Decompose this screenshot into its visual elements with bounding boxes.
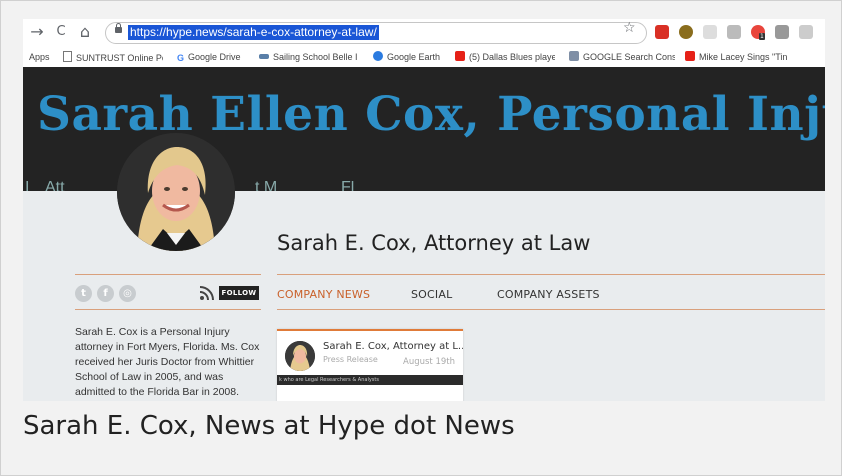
bookmark-google-search-console[interactable]: GOOGLE Search Cons — [569, 51, 675, 63]
extension-grid-icon[interactable] — [727, 25, 741, 39]
news-card-date: August 19th — [403, 357, 455, 367]
facebook-icon[interactable]: f — [97, 285, 114, 302]
extension-circle-icon[interactable] — [679, 25, 693, 39]
bookmark-star-icon[interactable]: ☆ — [623, 20, 636, 36]
news-card-title[interactable]: Sarah E. Cox, Attorney at L... — [323, 341, 463, 352]
tabs-divider-bottom — [277, 309, 825, 310]
profile-name: Sarah E. Cox, Attorney at Law — [277, 231, 591, 255]
google-g-icon: G — [177, 53, 185, 63]
instagram-icon[interactable]: ◎ — [119, 285, 136, 302]
sidebar-divider-top — [75, 274, 261, 275]
tab-company-assets[interactable]: COMPANY ASSETS — [497, 288, 600, 302]
bookmark-google-earth[interactable]: Google Earth — [373, 51, 453, 63]
banner-title: Sarah Ellen Cox, Personal Injury L — [37, 87, 825, 142]
news-card-preview-strip: k who are Legal Researchers & Analysts — [277, 375, 463, 385]
bookmark-apps[interactable]: Apps — [29, 51, 50, 63]
document-icon — [63, 51, 72, 62]
profile-avatar — [117, 133, 235, 251]
portrait-image — [117, 133, 235, 251]
bookmark-google-drive[interactable]: G Google Drive — [177, 51, 257, 63]
extension-g-icon[interactable] — [799, 25, 813, 39]
browser-toolbar: → C ⌂ https://hype.news/sarah-e-cox-atto… — [23, 19, 825, 47]
home-icon[interactable]: ⌂ — [75, 22, 95, 42]
tabs-divider-top — [277, 274, 825, 275]
boat-icon — [259, 54, 269, 59]
tab-company-news[interactable]: COMPANY NEWS — [277, 288, 370, 302]
web-page: Sarah Ellen Cox, Personal Injury L I Att… — [23, 67, 825, 401]
extension-grey-icon[interactable] — [703, 25, 717, 39]
youtube-icon — [455, 51, 465, 61]
news-card-type: Press Release — [323, 355, 378, 364]
lock-icon — [115, 23, 122, 33]
bookmark-sailing-school[interactable]: Sailing School Belle I — [259, 51, 369, 63]
youtube-icon — [685, 51, 695, 61]
follow-button[interactable]: FOLLOW — [219, 286, 259, 300]
bookmark-suntrust[interactable]: SUNTRUST Online Pe — [63, 51, 163, 64]
browser-window: → C ⌂ https://hype.news/sarah-e-cox-atto… — [23, 19, 825, 401]
extension-notification-icon[interactable]: 1 — [751, 25, 765, 40]
url-text[interactable]: https://hype.news/sarah-e-cox-attorney-a… — [128, 25, 379, 40]
search-console-icon — [569, 51, 579, 61]
bookmark-mike-lacey[interactable]: Mike Lacey Sings "Tin — [685, 51, 795, 63]
twitter-icon[interactable]: t — [75, 285, 92, 302]
bookmarks-bar: Apps SUNTRUST Online Pe G Google Drive Sa… — [23, 47, 825, 67]
earth-icon — [373, 51, 383, 61]
address-bar[interactable]: https://hype.news/sarah-e-cox-attorney-a… — [105, 22, 647, 44]
rss-icon[interactable] — [199, 285, 215, 301]
caption: Sarah E. Cox, News at Hype dot News — [23, 411, 515, 441]
extension-q-icon[interactable] — [775, 25, 789, 39]
news-card[interactable]: Sarah E. Cox, Attorney at L... Press Rel… — [277, 329, 463, 401]
forward-arrow-icon[interactable]: → — [27, 22, 47, 42]
screenshot-frame: → C ⌂ https://hype.news/sarah-e-cox-atto… — [0, 0, 842, 476]
tab-social[interactable]: SOCIAL — [411, 288, 452, 302]
reload-icon[interactable]: C — [51, 22, 71, 42]
bookmark-dallas-blues[interactable]: (5) Dallas Blues playe — [455, 51, 555, 63]
sidebar-divider-bottom — [75, 309, 261, 310]
bio-text: Sarah E. Cox is a Personal Injury attorn… — [75, 326, 260, 398]
card-portrait-image — [285, 341, 315, 371]
extension-red-icon[interactable] — [655, 25, 669, 39]
card-avatar — [285, 341, 315, 371]
